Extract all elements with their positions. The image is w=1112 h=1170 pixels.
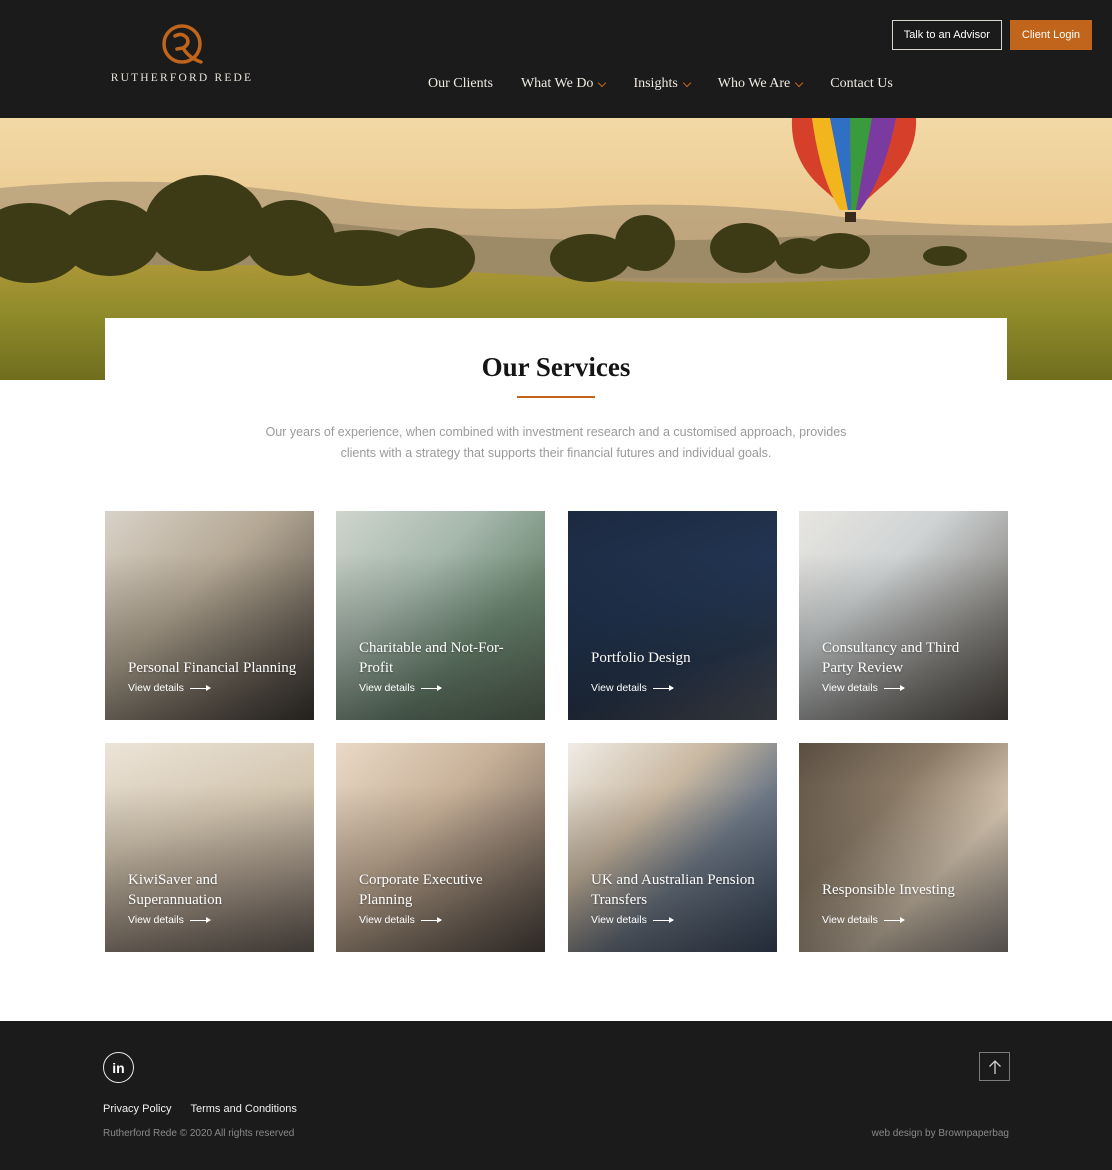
copyright-text: Rutherford Rede © 2020 All rights reserv… — [103, 1128, 295, 1139]
privacy-policy-link[interactable]: Privacy Policy — [103, 1103, 171, 1115]
nav-label: Contact Us — [830, 76, 893, 91]
view-details-link[interactable]: View details — [128, 682, 211, 694]
services-title: Our Services — [481, 352, 631, 382]
card-title: Responsible Investing — [822, 882, 955, 898]
client-login-button[interactable]: Client Login — [1009, 20, 1092, 50]
terms-link[interactable]: Terms and Conditions — [190, 1103, 296, 1115]
design-credit-link[interactable]: web design by Brownpaperbag — [872, 1128, 1009, 1139]
view-details-link[interactable]: View details — [359, 914, 442, 926]
view-details-label: View details — [359, 914, 415, 926]
title-divider — [517, 396, 595, 398]
nav-contact-us[interactable]: Contact Us — [830, 76, 893, 92]
service-card-responsible-investing[interactable]: Responsible Investing View details — [799, 743, 1008, 952]
view-details-label: View details — [822, 914, 878, 926]
service-card-corporate-executive[interactable]: Corporate Executive Planning View detail… — [336, 743, 545, 952]
card-text: UK and Australian Pension Transfers — [591, 870, 763, 910]
chevron-down-icon — [795, 78, 804, 87]
service-card-pension-transfers[interactable]: UK and Australian Pension Transfers View… — [568, 743, 777, 952]
card-title: Corporate Executive Planning — [359, 872, 483, 908]
view-details-link[interactable]: View details — [591, 914, 674, 926]
nav-insights[interactable]: Insights — [633, 76, 692, 92]
card-title: KiwiSaver and Superannuation — [128, 872, 223, 908]
arrow-right-icon — [420, 916, 442, 923]
card-title: Portfolio Design — [591, 650, 691, 666]
card-title: Personal Financial Planning — [128, 660, 297, 676]
view-details-link[interactable]: View details — [359, 682, 442, 694]
view-details-label: View details — [822, 682, 878, 694]
card-text: Personal Financial Planning — [128, 658, 300, 678]
card-title: UK and Australian Pension Transfers — [591, 872, 755, 908]
card-text: Responsible Investing — [822, 880, 994, 900]
nav-label: Insights — [633, 76, 678, 91]
footer-links: Privacy Policy Terms and Conditions — [103, 1103, 297, 1115]
services-intro: Our years of experience, when combined w… — [265, 425, 847, 460]
arrow-right-icon — [652, 916, 674, 923]
card-text: Consultancy and Third Party Review — [822, 638, 994, 678]
site-header: RUTHERFORD REDE Talk to an Advisor Clien… — [0, 0, 1112, 118]
main-nav: Our Clients What We Do Insights Who We A… — [428, 76, 893, 92]
view-details-link[interactable]: View details — [822, 682, 905, 694]
nav-our-clients[interactable]: Our Clients — [428, 76, 493, 92]
view-details-label: View details — [359, 682, 415, 694]
brand-name: RUTHERFORD REDE — [110, 72, 254, 84]
site-footer — [0, 1021, 1112, 1170]
nav-label: Who We Are — [717, 76, 791, 91]
view-details-link[interactable]: View details — [128, 914, 211, 926]
view-details-label: View details — [128, 914, 184, 926]
service-card-kiwisaver[interactable]: KiwiSaver and Superannuation View detail… — [105, 743, 314, 952]
arrow-right-icon — [420, 684, 442, 691]
card-title: Charitable and Not-For-Profit — [359, 640, 504, 676]
chevron-down-icon — [682, 78, 692, 87]
view-details-link[interactable]: View details — [591, 682, 674, 694]
view-details-label: View details — [591, 914, 647, 926]
talk-to-advisor-button[interactable]: Talk to an Advisor — [891, 20, 1002, 50]
arrow-right-icon — [883, 684, 905, 691]
card-text: Charitable and Not-For-Profit — [359, 638, 531, 678]
view-details-link[interactable]: View details — [822, 914, 905, 926]
arrow-up-icon — [988, 1059, 1001, 1074]
view-details-label: View details — [128, 682, 184, 694]
arrow-right-icon — [883, 916, 905, 923]
logo-mark-icon — [162, 24, 203, 64]
back-to-top-button[interactable] — [979, 1052, 1010, 1081]
service-card-charitable[interactable]: Charitable and Not-For-Profit View detai… — [336, 511, 545, 720]
header-actions: Talk to an Advisor Client Login — [891, 20, 1092, 50]
nav-who-we-are[interactable]: Who We Are — [717, 76, 804, 92]
card-text: KiwiSaver and Superannuation — [128, 870, 300, 910]
logo[interactable]: RUTHERFORD REDE — [100, 22, 264, 94]
card-text: Corporate Executive Planning — [359, 870, 531, 910]
view-details-label: View details — [591, 682, 647, 694]
linkedin-icon[interactable]: in — [103, 1052, 134, 1083]
card-title: Consultancy and Third Party Review — [822, 640, 960, 676]
nav-label: What We Do — [520, 76, 594, 91]
chevron-down-icon — [598, 78, 607, 87]
arrow-right-icon — [189, 916, 211, 923]
nav-what-we-do[interactable]: What We Do — [520, 76, 607, 92]
service-card-portfolio-design[interactable]: Portfolio Design View details — [568, 511, 777, 720]
service-card-personal-financial-planning[interactable]: Personal Financial Planning View details — [105, 511, 314, 720]
nav-label: Our Clients — [428, 76, 493, 91]
service-card-consultancy[interactable]: Consultancy and Third Party Review View … — [799, 511, 1008, 720]
arrow-right-icon — [189, 684, 211, 691]
arrow-right-icon — [652, 684, 674, 691]
card-text: Portfolio Design — [591, 648, 763, 668]
